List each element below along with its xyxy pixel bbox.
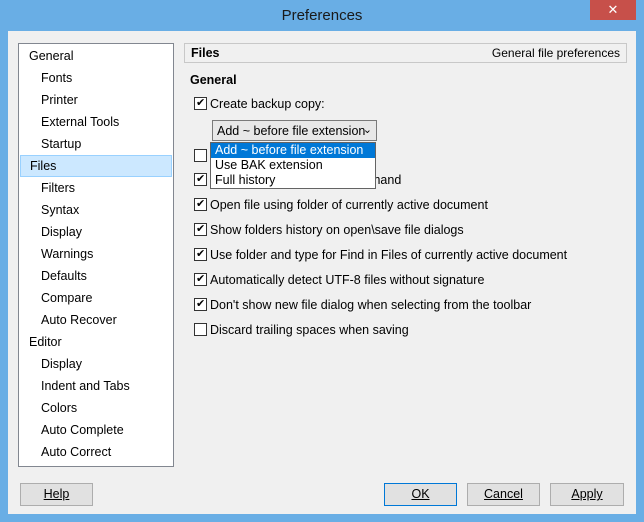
- dropdown-option[interactable]: Use BAK extension: [211, 158, 375, 173]
- option-checkbox[interactable]: [194, 272, 207, 286]
- option-checkbox[interactable]: [194, 149, 207, 162]
- backup-mode-select[interactable]: Add ~ before file extension ⌄: [212, 120, 377, 141]
- create-backup-checkbox[interactable]: [194, 96, 207, 110]
- title-bar: Preferences ✕: [0, 0, 644, 32]
- backup-mode-value: Add ~ before file extension: [217, 124, 366, 138]
- sidebar-item-editor[interactable]: Editor: [20, 331, 172, 353]
- help-button-label: Help: [43, 487, 70, 501]
- option-label: Open file using folder of currently acti…: [210, 198, 488, 212]
- sidebar-item-general[interactable]: General: [20, 45, 172, 67]
- sidebar-item-auto-complete[interactable]: Auto Complete: [20, 419, 172, 441]
- sidebar-item-startup[interactable]: Startup: [20, 133, 172, 155]
- option-checkbox[interactable]: [194, 297, 207, 311]
- option-label: Discard trailing spaces when saving: [210, 323, 409, 337]
- option-checkbox[interactable]: [194, 197, 207, 211]
- sidebar-item-colors[interactable]: Colors: [20, 397, 172, 419]
- option-checkbox[interactable]: [194, 323, 207, 336]
- sidebar-item-compare[interactable]: Compare: [20, 287, 172, 309]
- ok-button[interactable]: OK: [384, 483, 457, 506]
- panel-title: Files: [191, 46, 220, 60]
- sidebar-item-display[interactable]: Display: [20, 353, 172, 375]
- option-label: Show folders history on open\save file d…: [210, 223, 464, 237]
- close-button[interactable]: ✕: [590, 0, 636, 20]
- panel-description: General file preferences: [491, 46, 620, 60]
- apply-button-label: Apply: [571, 487, 603, 501]
- option-label: Use folder and type for Find in Files of…: [210, 248, 568, 262]
- sidebar-item-filters[interactable]: Filters: [20, 177, 172, 199]
- option-label: Don't show new file dialog when selectin…: [210, 298, 532, 312]
- section-title-general: General: [190, 73, 237, 87]
- help-button[interactable]: Help: [20, 483, 93, 506]
- dropdown-option[interactable]: Full history: [211, 173, 375, 188]
- sidebar-item-warnings[interactable]: Warnings: [20, 243, 172, 265]
- sidebar-item-indent-and-tabs[interactable]: Indent and Tabs: [20, 375, 172, 397]
- sidebar-item-files[interactable]: Files: [20, 155, 172, 177]
- option-checkbox[interactable]: [194, 172, 207, 186]
- cancel-button-label: Cancel: [484, 487, 523, 501]
- backup-mode-dropdown-list: Add ~ before file extension Use BAK exten…: [210, 142, 376, 189]
- dialog-client-area: General Fonts Printer External Tools Startup…: [8, 31, 636, 514]
- option-label: Automatically detect UTF-8 files without…: [210, 273, 485, 287]
- create-backup-label: Create backup copy:: [210, 97, 325, 111]
- window-title: Preferences: [281, 7, 363, 24]
- dropdown-option[interactable]: Add ~ before file extension: [211, 143, 375, 158]
- sidebar-item-auto-recover[interactable]: Auto Recover: [20, 309, 172, 331]
- sidebar-item-display[interactable]: Display: [20, 221, 172, 243]
- cancel-button[interactable]: Cancel: [467, 483, 540, 506]
- apply-button[interactable]: Apply: [550, 483, 624, 506]
- preferences-window: Preferences ✕ General Fonts Printer Externa…: [0, 0, 644, 522]
- panel-header: Files General file preferences: [184, 43, 627, 63]
- ok-button-label: OK: [411, 487, 430, 501]
- sidebar-item-printer[interactable]: Printer: [20, 89, 172, 111]
- option-checkbox[interactable]: [194, 247, 207, 261]
- chevron-down-icon: ⌄: [362, 124, 372, 136]
- category-tree[interactable]: General Fonts Printer External Tools Startup…: [18, 43, 174, 467]
- sidebar-item-external-tools[interactable]: External Tools: [20, 111, 172, 133]
- sidebar-item-fonts[interactable]: Fonts: [20, 67, 172, 89]
- sidebar-item-defaults[interactable]: Defaults: [20, 265, 172, 287]
- close-icon: ✕: [607, 2, 619, 17]
- option-checkbox[interactable]: [194, 222, 207, 236]
- sidebar-item-syntax[interactable]: Syntax: [20, 199, 172, 221]
- sidebar-item-auto-correct[interactable]: Auto Correct: [20, 441, 172, 463]
